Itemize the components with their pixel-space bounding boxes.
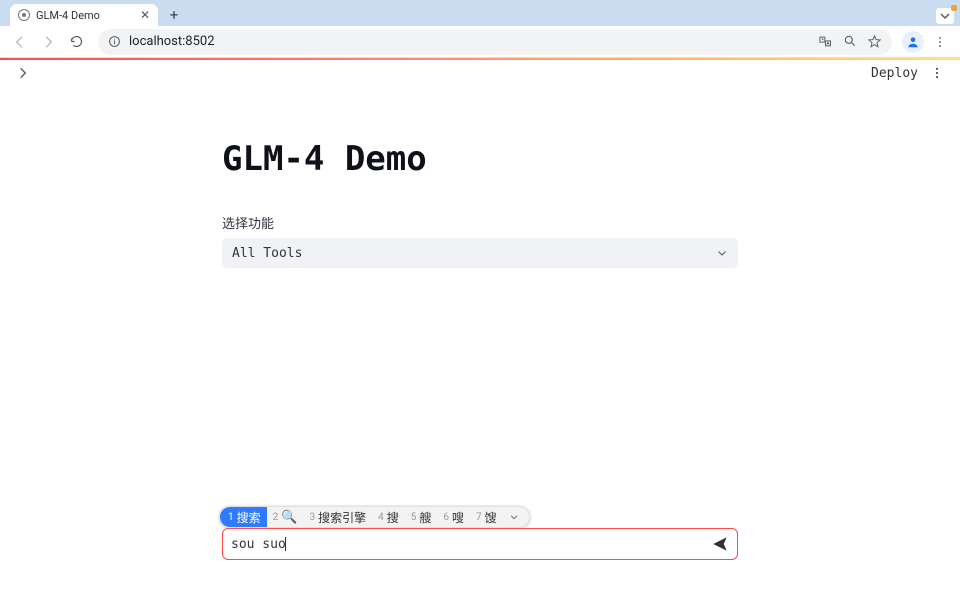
loading-progress-bar — [0, 58, 960, 60]
close-icon[interactable]: ✕ — [140, 9, 150, 21]
ime-candidate[interactable]: 7馊 — [470, 507, 503, 527]
url-text: localhost:8502 — [129, 34, 215, 49]
browser-tab[interactable]: GLM-4 Demo ✕ — [10, 4, 158, 26]
reload-button[interactable] — [64, 30, 88, 54]
main-content: GLM-4 Demo 选择功能 All Tools — [222, 85, 738, 268]
ime-candidate[interactable]: 6嗖 — [437, 507, 470, 527]
kebab-menu-icon[interactable] — [930, 66, 944, 80]
forward-button[interactable] — [36, 30, 60, 54]
app-header: Deploy — [0, 61, 960, 85]
profile-button[interactable] — [902, 31, 924, 53]
ime-candidate[interactable]: 1搜索 — [220, 507, 267, 527]
back-button[interactable] — [8, 30, 32, 54]
chat-input-text: sou suo — [231, 537, 286, 552]
kebab-menu-button[interactable] — [928, 30, 952, 54]
tab-title: GLM-4 Demo — [36, 9, 100, 22]
page-title: GLM-4 Demo — [222, 139, 738, 179]
bookmark-icon[interactable] — [867, 34, 882, 49]
zoom-icon[interactable] — [843, 34, 857, 49]
address-bar[interactable]: localhost:8502 — [98, 29, 892, 55]
site-info-icon[interactable] — [108, 35, 121, 48]
ime-candidate[interactable]: 4搜 — [372, 507, 405, 527]
ime-candidate[interactable]: 2🔍 — [267, 507, 304, 527]
ime-more[interactable] — [503, 512, 525, 522]
ime-candidate[interactable]: 3搜索引擎 — [303, 507, 372, 527]
ime-candidate[interactable]: 5艘 — [405, 507, 438, 527]
ime-candidate-bar[interactable]: 1搜索2🔍3搜索引擎4搜5艘6嗖7馊 — [219, 506, 530, 528]
send-icon[interactable] — [711, 535, 729, 553]
chat-input[interactable]: sou suo — [222, 528, 738, 560]
chat-input-wrap: sou suo — [222, 528, 738, 560]
chevron-down-icon — [716, 247, 728, 259]
notification-dot-icon — [951, 5, 957, 11]
globe-icon — [18, 9, 30, 21]
new-tab-button[interactable]: + — [164, 5, 184, 25]
tab-strip: GLM-4 Demo ✕ + — [0, 0, 960, 26]
deploy-button[interactable]: Deploy — [871, 66, 918, 81]
tabs-dropdown[interactable] — [936, 8, 954, 24]
browser-chrome: GLM-4 Demo ✕ + localhost:8502 — [0, 0, 960, 60]
select-value: All Tools — [232, 246, 302, 261]
browser-toolbar: localhost:8502 — [0, 26, 960, 58]
tool-select[interactable]: All Tools — [222, 238, 738, 268]
select-label: 选择功能 — [222, 213, 738, 232]
translate-icon[interactable] — [818, 34, 833, 49]
sidebar-toggle[interactable] — [16, 66, 30, 80]
